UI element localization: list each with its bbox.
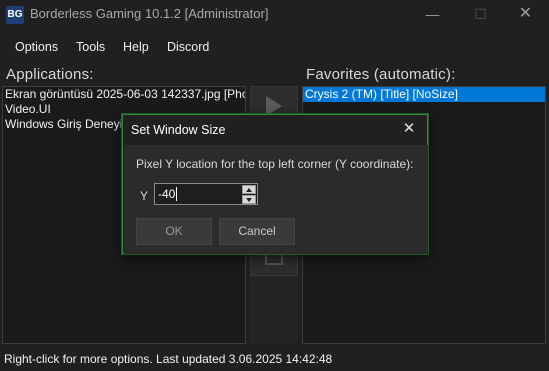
favorites-label: Favorites (automatic): <box>306 66 456 83</box>
play-arrow-icon <box>266 96 282 116</box>
window-title: Borderless Gaming 10.1.2 [Administrator] <box>30 6 269 21</box>
app-icon: BG <box>6 6 24 24</box>
title-bar: BG Borderless Gaming 10.1.2 [Administrat… <box>0 0 549 30</box>
status-bar: Right-click for more options. Last updat… <box>0 348 549 371</box>
axis-label: Y <box>140 189 149 203</box>
minimize-button[interactable]: — <box>410 0 455 30</box>
list-item[interactable]: Ekran görüntüsü 2025-06-03 142337.jpg [P… <box>3 87 245 102</box>
cancel-button[interactable]: Cancel <box>219 218 295 245</box>
menu-options[interactable]: Options <box>15 40 58 54</box>
ok-button[interactable]: OK <box>136 218 212 245</box>
menu-tools[interactable]: Tools <box>76 40 105 54</box>
dialog-prompt: Pixel Y location for the top left corner… <box>136 157 414 171</box>
status-text: Right-click for more options. Last updat… <box>4 352 333 366</box>
spin-up-button[interactable] <box>242 185 256 194</box>
dialog-body: Pixel Y location for the top left corner… <box>124 145 428 254</box>
dialog-title: Set Window Size <box>131 123 226 137</box>
list-item[interactable]: Crysis 2 (TM) [Title] [NoSize] <box>303 87 545 102</box>
close-window-button[interactable]: ✕ <box>503 0 548 30</box>
y-coordinate-input[interactable] <box>155 184 241 204</box>
spin-down-button[interactable] <box>242 195 256 204</box>
dialog-close-button[interactable]: ✕ <box>399 119 419 137</box>
y-coordinate-stepper[interactable] <box>154 183 258 205</box>
applications-label: Applications: <box>6 66 94 83</box>
set-window-size-dialog: Set Window Size ✕ Pixel Y location for t… <box>122 114 428 254</box>
menu-discord[interactable]: Discord <box>167 40 209 54</box>
maximize-button[interactable]: ☐ <box>458 0 503 30</box>
menu-help[interactable]: Help <box>123 40 149 54</box>
text-caret <box>176 187 177 201</box>
